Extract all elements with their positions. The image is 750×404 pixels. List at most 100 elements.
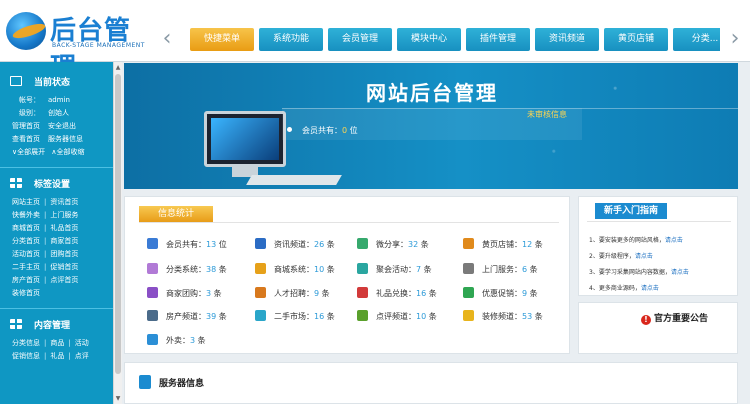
guide-link[interactable]: 请点击 — [635, 253, 653, 260]
separator: | — [44, 276, 47, 284]
sidebar-section-tags[interactable]: 标签设置 — [0, 174, 113, 196]
stat-value: 6 — [522, 265, 528, 274]
members-label: 会员共有： — [302, 126, 342, 135]
sidebar-link[interactable]: 管理首页 — [12, 122, 40, 130]
sidebar-link[interactable]: 分类首页 — [12, 237, 40, 245]
stat-item[interactable]: 商家团购：3 条 — [147, 287, 251, 301]
stat-item[interactable]: 黄页店铺：12 条 — [463, 238, 567, 252]
section-title: 内容管理 — [34, 321, 71, 331]
sidebar-link[interactable]: 分类信息 — [12, 339, 40, 347]
sidebar-link-row: 商城首页 | 礼品首页 — [0, 222, 113, 235]
sidebar-link[interactable]: 商家首页 — [50, 237, 78, 245]
guide-link[interactable]: 请点击 — [671, 269, 689, 276]
nav-tab[interactable]: 黄页店铺 — [604, 28, 668, 51]
stat-value: 16 — [416, 289, 427, 298]
beginner-guide-panel: 新手入门指南 1、要安装更多的网站风格，请点击 2、要升级程序，请点击 3、要学习采… — [578, 196, 738, 296]
scroll-thumb[interactable] — [115, 74, 121, 374]
sidebar-link[interactable]: 礼品 — [50, 352, 64, 360]
sidebar-link-row: 分类信息 | 商品 | 活动 — [0, 337, 113, 350]
stat-item[interactable]: 分类系统：38 条 — [147, 263, 251, 277]
section-title: 当前状态 — [34, 78, 71, 88]
nav-tab[interactable]: 插件管理 — [466, 28, 530, 51]
sidebar-link[interactable]: 礼品首页 — [50, 224, 78, 232]
level-value: 创始人 — [48, 109, 69, 117]
stat-item[interactable]: 会员共有：13 位 — [147, 238, 251, 252]
stat-item[interactable]: 礼品兑换：16 条 — [357, 287, 461, 301]
stat-item[interactable]: 人才招聘：9 条 — [255, 287, 359, 301]
stat-icon — [255, 238, 266, 249]
unaudited-info-link[interactable]: 未审核信息 — [527, 109, 567, 120]
sidebar-link[interactable]: 装修首页 — [12, 289, 40, 297]
members-value: 0 — [342, 126, 348, 135]
sidebar-link[interactable]: 活动 — [75, 339, 89, 347]
sidebar-link[interactable]: 商城首页 — [12, 224, 40, 232]
divider — [0, 167, 113, 168]
nav-tab[interactable]: 快捷菜单 — [190, 28, 254, 51]
stat-item[interactable]: 房产频道：39 条 — [147, 310, 251, 324]
divider — [0, 308, 113, 309]
divider — [139, 222, 559, 223]
stat-item[interactable]: 上门服务：6 条 — [463, 263, 567, 277]
members-count: 会员共有：0 位 — [287, 125, 358, 136]
stat-item[interactable]: 资讯频道：26 条 — [255, 238, 359, 252]
sidebar-link-row: 促销信息 | 礼品 | 点评 — [0, 350, 113, 363]
sidebar-link[interactable]: 二手主页 — [12, 263, 40, 271]
sidebar-link[interactable]: 商品 — [50, 339, 64, 347]
chevron-right-icon[interactable]: › — [728, 28, 742, 52]
sidebar-link[interactable]: 资讯首页 — [50, 198, 78, 206]
scroll-up-icon[interactable]: ▲ — [115, 64, 121, 71]
stat-item[interactable]: 二手市场：16 条 — [255, 310, 359, 324]
welcome-banner: 网站后台管理 未审核信息 会员共有：0 位 — [124, 63, 738, 189]
stat-item[interactable]: 微分享：32 条 — [357, 238, 461, 252]
stat-item[interactable]: 点评频道：10 条 — [357, 310, 461, 324]
nav-tab[interactable]: 分类... — [673, 28, 720, 51]
nav-tab[interactable]: 模块中心 — [397, 28, 461, 51]
sidebar-link[interactable]: 房产首页 — [12, 276, 40, 284]
stat-value: 53 — [522, 312, 533, 321]
stat-item[interactable]: 聚会活动：7 条 — [357, 263, 461, 277]
sidebar-link[interactable]: 促销信息 — [12, 352, 40, 360]
separator: | — [44, 263, 47, 271]
sidebar-link[interactable]: 活动首页 — [12, 250, 40, 258]
nav-tab[interactable]: 系统功能 — [259, 28, 323, 51]
sidebar-link[interactable]: 点评首页 — [50, 276, 78, 284]
stat-unit: 条 — [197, 336, 206, 345]
notice-title[interactable]: ! 官方重要公告 — [641, 311, 708, 325]
stat-item[interactable]: 外卖：3 条 — [147, 334, 251, 348]
sidebar-link[interactable]: 查看首页 — [12, 135, 40, 143]
sidebar-link-row: 活动首页 | 团购首页 — [0, 248, 113, 261]
stat-value: 32 — [408, 240, 419, 249]
guide-item: 4、更多商业源码，请点击 — [589, 283, 659, 292]
stat-unit: 条 — [529, 265, 538, 274]
guide-link[interactable]: 请点击 — [641, 285, 659, 292]
sidebar-scrollbar[interactable]: ▲ ▼ — [113, 62, 122, 404]
sidebar-link[interactable]: 安全退出 — [48, 122, 76, 130]
stat-icon — [463, 310, 474, 321]
monitor-icon — [10, 76, 22, 86]
sidebar-link[interactable]: 快餐外卖 — [12, 211, 40, 219]
sidebar-link[interactable]: 促销首页 — [50, 263, 78, 271]
nav-tab[interactable]: 会员管理 — [328, 28, 392, 51]
logo[interactable]: 后台管理 BACK-STAGE MANAGEMENT — [6, 8, 156, 83]
stat-unit: 条 — [213, 289, 222, 298]
nav-tab[interactable]: 资讯频道 — [535, 28, 599, 51]
collapse-all-link[interactable]: ∧全部收缩 — [51, 148, 84, 156]
sidebar-link[interactable]: 服务器信息 — [48, 135, 83, 143]
sidebar-link[interactable]: 网站主页 — [12, 198, 40, 206]
sidebar-section-content[interactable]: 内容管理 — [0, 315, 113, 337]
status-link-row: 查看首页 服务器信息 — [0, 133, 113, 146]
chevron-left-icon[interactable]: ‹ — [160, 28, 174, 52]
stat-label: 人才招聘： — [274, 289, 314, 298]
scroll-down-icon[interactable]: ▼ — [115, 395, 121, 402]
stat-value: 10 — [416, 312, 427, 321]
stat-item[interactable]: 装修频道：53 条 — [463, 310, 567, 324]
sidebar-link[interactable]: 上门服务 — [50, 211, 78, 219]
stat-item[interactable]: 商城系统：10 条 — [255, 263, 359, 277]
expand-all-link[interactable]: ∨全部展开 — [12, 148, 45, 156]
stat-item[interactable]: 优惠促销：9 条 — [463, 287, 567, 301]
guide-link[interactable]: 请点击 — [665, 237, 683, 244]
sidebar-link[interactable]: 点评 — [75, 352, 89, 360]
sidebar-link[interactable]: 团购首页 — [50, 250, 78, 258]
stat-unit: 条 — [321, 289, 330, 298]
sidebar-section-status[interactable]: 当前状态 — [0, 72, 113, 94]
